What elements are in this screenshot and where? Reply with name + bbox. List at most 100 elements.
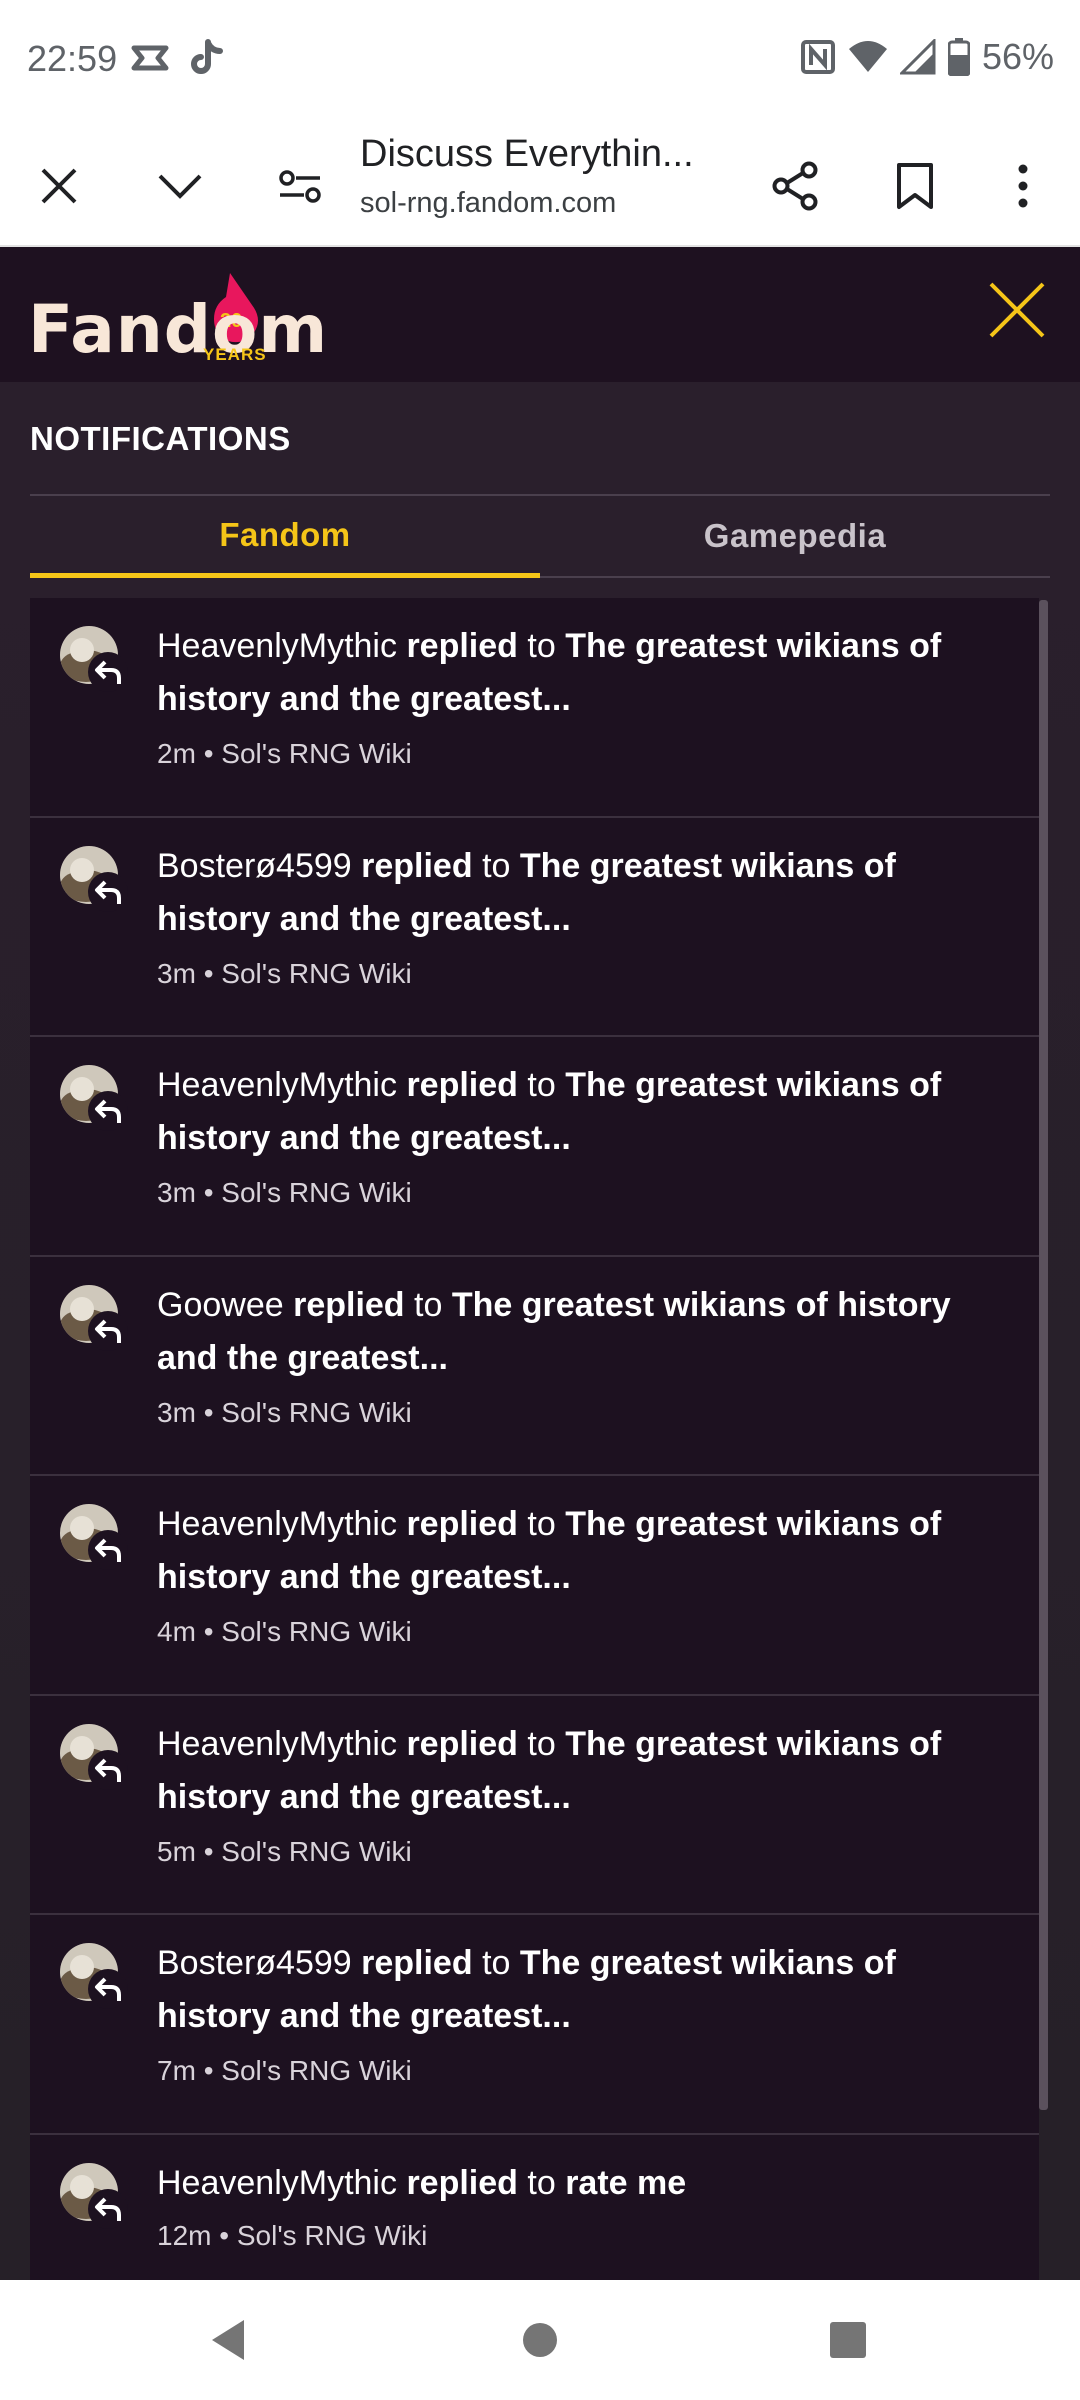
back-button[interactable] (198, 2310, 258, 2370)
notification-wiki: Sol's RNG Wiki (221, 2055, 412, 2086)
notification-to: to (527, 1505, 556, 1543)
notification-item[interactable]: Bosterø4599 replied to The greatest wiki… (30, 817, 1039, 1037)
notification-time: 7m (157, 2055, 196, 2086)
notification-meta: 3m • Sol's RNG Wiki (157, 1397, 412, 1429)
notification-action: replied (361, 1944, 473, 1982)
navigation-bar (0, 2280, 1080, 2400)
reply-icon (88, 1091, 128, 1131)
reply-icon (88, 1530, 128, 1570)
more-options-button[interactable] (988, 151, 1058, 221)
tab-fandom[interactable]: Fandom (30, 496, 540, 578)
notification-action: replied (406, 1066, 518, 1104)
notification-wiki: Sol's RNG Wiki (221, 1835, 412, 1867)
tiktok-icon (191, 39, 223, 74)
notification-text: HeavenlyMythic replied to The greatest w… (157, 1718, 1017, 1824)
notification-action: replied (406, 2163, 518, 2202)
notification-to: to (527, 2163, 556, 2202)
notification-text: HeavenlyMythic replied to rate me (157, 2157, 1017, 2210)
notification-text: Goowee replied to The greatest wikians o… (157, 1279, 1017, 1385)
notification-user: Goowee (157, 1285, 284, 1324)
notification-time: 2m (157, 738, 196, 769)
notification-text: HeavenlyMythic replied to The greatest w… (157, 1498, 1017, 1604)
notification-thread: rate me (565, 2163, 687, 2202)
reply-icon (88, 1969, 128, 2009)
notification-time: 4m (157, 1616, 196, 1647)
notification-action: replied (406, 627, 518, 665)
capcut-icon (131, 45, 169, 71)
notification-time: 3m (157, 957, 196, 989)
notification-to: to (527, 1066, 556, 1104)
notification-user: Bosterø4599 (157, 1944, 352, 1982)
reply-icon (88, 1310, 128, 1351)
meta-separator: • (203, 1396, 214, 1428)
meta-separator: • (203, 2055, 214, 2086)
reply-icon (88, 871, 128, 912)
fandom-logo[interactable]: 20 Fandom YEARS (28, 269, 328, 369)
recents-button[interactable] (818, 2310, 878, 2370)
page-domain[interactable]: sol-rng.fandom.com (360, 187, 616, 220)
meta-separator: • (203, 1835, 214, 1867)
notification-item[interactable]: Goowee replied to The greatest wikians o… (30, 1256, 1039, 1476)
reply-icon (88, 1749, 128, 1790)
notification-text: HeavenlyMythic replied to The greatest w… (157, 620, 1017, 726)
minimize-button[interactable] (145, 151, 215, 221)
notifications-panel: NOTIFICATIONS Fandom Gamepedia HeavenlyM… (0, 382, 1080, 2280)
notification-wiki: Sol's RNG Wiki (236, 2219, 428, 2251)
close-icon (41, 168, 77, 204)
battery-icon (947, 38, 970, 76)
more-icon (1018, 164, 1028, 208)
notification-wiki: Sol's RNG Wiki (221, 738, 412, 769)
notification-list: HeavenlyMythic replied to The greatest w… (30, 598, 1050, 2280)
notification-user: HeavenlyMythic (157, 1066, 397, 1104)
notification-text: HeavenlyMythic replied to The greatest w… (157, 1059, 1017, 1165)
notification-to: to (414, 1285, 443, 1324)
notification-to: to (482, 846, 511, 885)
notification-time: 3m (157, 1396, 196, 1428)
battery-percent: 56% (981, 36, 1054, 77)
meta-separator: • (219, 2219, 230, 2251)
notification-wiki: Sol's RNG Wiki (221, 1177, 412, 1208)
notification-item[interactable]: HeavenlyMythic replied to The greatest w… (30, 1476, 1039, 1696)
notification-user: HeavenlyMythic (157, 1505, 397, 1543)
notification-item[interactable]: HeavenlyMythic replied to The greatest w… (30, 1037, 1039, 1257)
page-title[interactable]: Discuss Everythin... (360, 133, 730, 176)
bookmark-icon (897, 163, 933, 209)
notification-meta: 4m • Sol's RNG Wiki (157, 1616, 412, 1648)
home-button[interactable] (510, 2310, 570, 2370)
signal-icon (899, 39, 936, 75)
notification-item[interactable]: HeavenlyMythic replied to rate me 12m • … (30, 2134, 1039, 2280)
notification-action: replied (406, 1505, 518, 1543)
notification-item[interactable]: Bosterø4599 replied to The greatest wiki… (30, 1915, 1039, 2135)
status-time: 22:59 (27, 38, 118, 79)
notification-user: HeavenlyMythic (157, 2163, 397, 2202)
notification-item[interactable]: HeavenlyMythic replied to The greatest w… (30, 1695, 1039, 1915)
notification-user: HeavenlyMythic (157, 627, 397, 665)
recents-icon (830, 2322, 866, 2358)
chevron-down-icon (158, 174, 202, 199)
notification-to: to (527, 1724, 556, 1763)
notification-item[interactable]: HeavenlyMythic replied to The greatest w… (30, 598, 1039, 818)
notification-action: replied (361, 846, 473, 885)
notification-time: 12m (157, 2219, 212, 2251)
notification-meta: 7m • Sol's RNG Wiki (157, 2055, 412, 2087)
nfc-icon (800, 40, 835, 74)
notification-time: 5m (157, 1835, 196, 1867)
close-notifications-icon[interactable] (985, 278, 1049, 342)
reply-icon (88, 652, 128, 692)
notification-tabs: Fandom Gamepedia (30, 496, 1050, 578)
close-tab-button[interactable] (24, 151, 94, 221)
tab-gamepedia[interactable]: Gamepedia (540, 496, 1050, 578)
reply-icon (88, 2188, 128, 2229)
notification-meta: 3m • Sol's RNG Wiki (157, 958, 412, 990)
notification-user: HeavenlyMythic (157, 1724, 397, 1763)
notification-action: replied (293, 1285, 405, 1324)
site-settings-button[interactable] (265, 151, 335, 221)
share-button[interactable] (760, 151, 830, 221)
meta-separator: • (203, 1177, 214, 1208)
scrollbar[interactable] (1039, 600, 1048, 2110)
bookmark-button[interactable] (880, 151, 950, 221)
meta-separator: • (203, 1616, 214, 1647)
status-right: 56% (800, 36, 1054, 78)
wifi-icon (848, 41, 887, 72)
logo-word: Fandom (28, 291, 329, 368)
